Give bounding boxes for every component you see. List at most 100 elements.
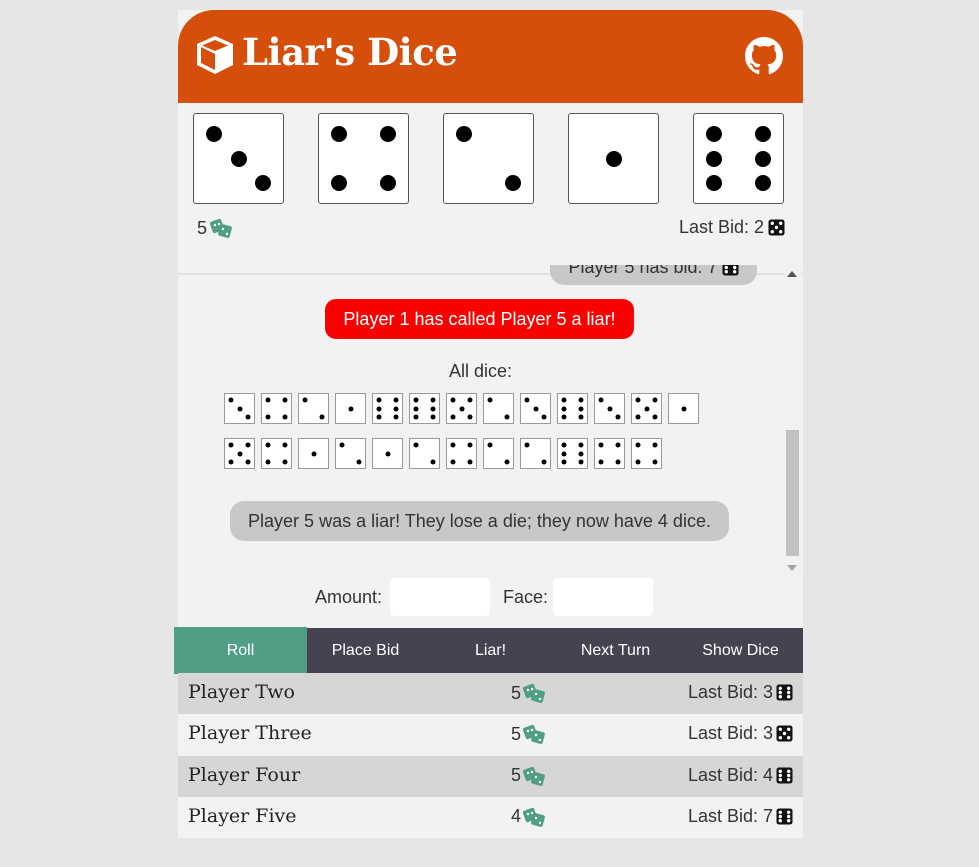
pip — [561, 442, 567, 448]
pip — [228, 459, 234, 465]
amount-label: Amount: — [315, 587, 383, 607]
pip — [385, 451, 390, 456]
my-dice-panel: 5 Last Bid: 2 — [178, 103, 803, 275]
previous-bid-message: Player 5 has bid: 7 — [550, 265, 757, 285]
pip — [652, 442, 658, 448]
revealed-die — [261, 393, 292, 424]
revealed-die — [557, 393, 588, 424]
pip — [635, 397, 641, 403]
revealed-die — [372, 393, 403, 424]
pip — [393, 414, 399, 420]
pip — [339, 442, 345, 448]
pip — [265, 414, 271, 420]
revealed-die — [483, 438, 514, 469]
pip — [245, 442, 251, 448]
dice-icon — [523, 807, 545, 827]
my-dice-count: 5 — [197, 217, 234, 239]
pip — [348, 406, 353, 411]
log-scrollbar[interactable] — [784, 265, 801, 577]
revealed-die — [483, 393, 514, 424]
pip — [413, 397, 419, 403]
pip — [504, 414, 510, 420]
roll-button[interactable]: Roll — [174, 627, 307, 674]
pip — [311, 451, 316, 456]
pip — [302, 397, 308, 403]
github-icon[interactable] — [745, 37, 783, 75]
pip — [376, 414, 382, 420]
pip — [578, 442, 584, 448]
pip — [615, 414, 621, 420]
pip — [561, 397, 567, 403]
pip — [635, 442, 641, 448]
pip — [598, 442, 604, 448]
revealed-die — [631, 438, 662, 469]
pip — [459, 406, 464, 411]
pip — [265, 442, 271, 448]
liar-call-message: Player 1 has called Player 5 a liar! — [325, 299, 634, 339]
show-dice-button[interactable]: Show Dice — [678, 628, 803, 673]
dice-icon — [523, 683, 545, 703]
pip — [578, 414, 584, 420]
pip — [413, 442, 419, 448]
bid-form: Amount: Face: — [178, 577, 803, 627]
pip — [705, 125, 722, 142]
pip — [265, 459, 271, 465]
action-bar: Roll Place Bid Liar! Next Turn Show Dice — [174, 627, 803, 674]
revealed-die — [631, 393, 662, 424]
dice-icon — [523, 766, 545, 786]
my-die — [318, 113, 409, 204]
pip — [524, 442, 530, 448]
scroll-up-arrow-icon[interactable] — [787, 271, 797, 277]
scroll-thumb[interactable] — [786, 430, 799, 556]
liar-button[interactable]: Liar! — [428, 628, 553, 673]
pip — [644, 406, 649, 411]
pip — [615, 442, 621, 448]
pip — [541, 459, 547, 465]
pip — [376, 397, 382, 403]
revealed-die — [594, 438, 625, 469]
pip — [578, 406, 584, 411]
place-bid-button[interactable]: Place Bid — [303, 628, 428, 673]
player-dice-count: 5 — [511, 682, 547, 704]
revealed-die — [372, 438, 403, 469]
pip — [237, 451, 242, 456]
revealed-die — [520, 393, 551, 424]
player-name: Player Two — [188, 681, 295, 703]
pip — [524, 397, 530, 403]
die-face-icon — [776, 725, 793, 742]
pip — [541, 414, 547, 420]
pip — [578, 451, 584, 456]
revealed-die — [261, 438, 292, 469]
pip — [282, 414, 288, 420]
pip — [561, 406, 567, 411]
message-log[interactable]: Player 5 has bid: 7 Player 1 has called … — [178, 265, 783, 577]
my-die — [568, 113, 659, 204]
pip — [561, 451, 567, 456]
pip — [230, 150, 247, 167]
revealed-die — [298, 438, 329, 469]
pip — [635, 459, 641, 465]
my-last-bid-label: Last Bid: 2 — [678, 217, 764, 237]
player-row: Player Three 5 Last Bid: 3 — [178, 714, 803, 756]
my-die — [693, 113, 784, 204]
pip — [467, 442, 473, 448]
next-turn-button[interactable]: Next Turn — [553, 628, 678, 673]
revealed-die — [557, 438, 588, 469]
revealed-die — [594, 393, 625, 424]
player-last-bid-label: Last Bid: 4 — [687, 764, 773, 785]
pip — [330, 175, 347, 192]
pip — [681, 406, 686, 411]
player-last-bid: Last Bid: 3 — [688, 682, 793, 703]
player-last-bid-label: Last Bid: 3 — [687, 723, 773, 744]
player-row: Player Five 4 Last Bid: 7 — [178, 796, 803, 838]
face-input[interactable] — [553, 578, 653, 616]
pip — [393, 397, 399, 403]
pip — [561, 414, 567, 420]
scroll-down-arrow-icon[interactable] — [787, 565, 797, 571]
amount-input[interactable] — [390, 578, 490, 616]
player-last-bid: Last Bid: 4 — [688, 765, 793, 786]
player-dice-count: 5 — [511, 723, 547, 745]
die-face-icon — [768, 219, 785, 236]
all-dice-row — [224, 438, 662, 469]
player-dice-count: 4 — [511, 806, 547, 828]
